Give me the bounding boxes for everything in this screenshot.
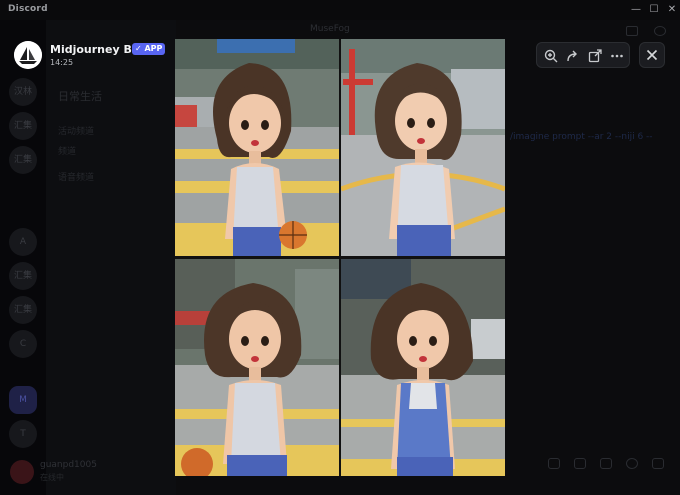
maximize-button[interactable]: ☐: [646, 2, 662, 18]
emoji-icon[interactable]: [626, 458, 638, 469]
channel-header-title: MuseFog: [310, 24, 350, 34]
server-icon[interactable]: 汇集: [9, 296, 37, 324]
close-window-button[interactable]: ✕: [664, 2, 680, 18]
user-avatar[interactable]: [10, 460, 34, 484]
girl-portrait-2: [341, 39, 505, 256]
author-name[interactable]: Midjourney Bot: [50, 43, 145, 56]
zoom-in-icon[interactable]: [543, 48, 559, 64]
channel-category[interactable]: 活动频道: [58, 124, 94, 137]
close-viewer-button[interactable]: [639, 42, 665, 68]
girl-portrait-1: [175, 39, 339, 256]
channel-item[interactable]: 频道: [58, 144, 76, 157]
image-tile-3[interactable]: [175, 259, 339, 476]
inbox-icon[interactable]: [626, 26, 638, 36]
user-panel: guanpd1005 在线中: [6, 458, 136, 488]
chat-message-snippet: /imagine prompt --ar 2 --niji 6 --: [510, 132, 653, 142]
forward-icon[interactable]: [565, 48, 581, 64]
gift-icon[interactable]: [548, 458, 560, 469]
username: guanpd1005: [40, 460, 97, 470]
server-icon[interactable]: M: [9, 386, 37, 414]
server-icon[interactable]: 汇集: [9, 262, 37, 290]
minimize-button[interactable]: —: [628, 2, 644, 18]
server-list: 汉林 汇集 汇集 A 汇集 汇集 C M T: [0, 20, 46, 495]
girl-portrait-3: [175, 259, 339, 476]
close-icon: [646, 49, 658, 61]
image-grid[interactable]: [175, 39, 505, 476]
server-icon[interactable]: T: [9, 420, 37, 448]
image-tile-2[interactable]: [341, 39, 505, 256]
app-badge: ✓ APP: [132, 43, 166, 55]
open-in-browser-icon[interactable]: [587, 48, 603, 64]
app-title: Discord: [8, 4, 48, 14]
server-icon[interactable]: 汉林: [9, 78, 37, 106]
image-tile-4[interactable]: [341, 259, 505, 476]
girl-portrait-4: [341, 259, 505, 476]
image-viewer-toolbar: [536, 42, 630, 68]
more-icon[interactable]: [609, 48, 625, 64]
sticker-icon[interactable]: [600, 458, 612, 469]
image-tile-1[interactable]: [175, 39, 339, 256]
channel-sidebar: 日常生活 活动频道 频道 语音频道: [46, 20, 176, 495]
help-icon[interactable]: [654, 26, 666, 36]
title-bar: Discord — ☐ ✕: [0, 0, 680, 20]
server-icon[interactable]: A: [9, 228, 37, 256]
apps-icon[interactable]: [652, 458, 664, 469]
channel-category[interactable]: 语音频道: [58, 170, 94, 183]
channel-item[interactable]: 日常生活: [58, 88, 102, 104]
server-icon[interactable]: 汇集: [9, 112, 37, 140]
server-icon[interactable]: 汇集: [9, 146, 37, 174]
sailboat-logo-icon: [14, 41, 42, 69]
server-icon[interactable]: C: [9, 330, 37, 358]
message-timestamp: 14:25: [50, 58, 74, 67]
bot-avatar[interactable]: [14, 41, 42, 69]
user-status: 在线中: [40, 473, 64, 482]
gif-icon[interactable]: [574, 458, 586, 469]
